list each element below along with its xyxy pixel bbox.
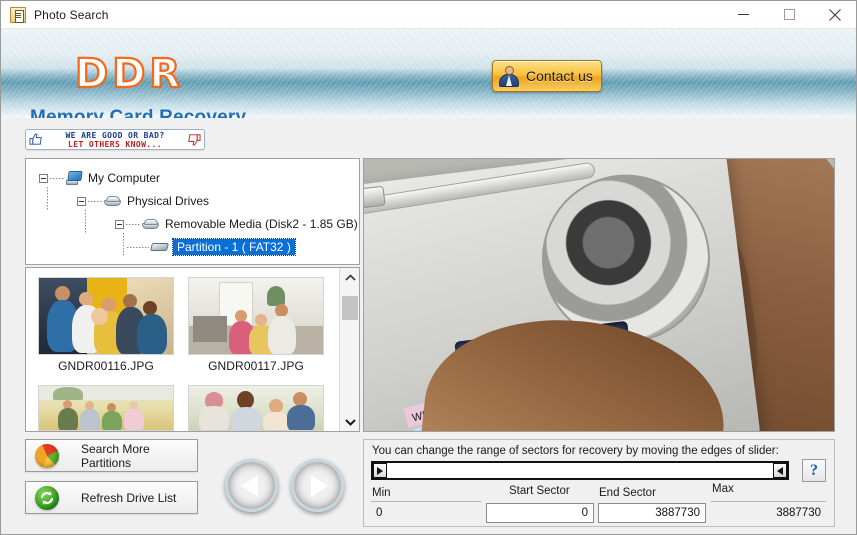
arrow-right-icon: [311, 474, 328, 497]
max-field-underline: [711, 501, 826, 502]
person-icon: [498, 65, 520, 87]
thumbnail-scrollbar[interactable]: [339, 268, 359, 431]
thumbnail-filename: GNDR00117.JPG: [208, 359, 304, 373]
thumb-down-icon: [186, 132, 201, 147]
review-bar: WE ARE GOOD OR BAD? LET OTHERS KNOW...: [1, 118, 856, 158]
expander-icon[interactable]: [39, 173, 48, 183]
banner-subtitle: Memory Card Recovery: [30, 107, 247, 118]
sector-range-panel: You can change the range of sectors for …: [363, 439, 835, 527]
app-icon: [10, 6, 26, 23]
tree-connector: [88, 200, 102, 202]
search-more-partitions-button[interactable]: Search More Partitions: [25, 439, 198, 472]
camera-preview-image: WIDE 5x Zoom 14.0 Megapixels SD HC 4: [363, 158, 835, 432]
max-value: 3887730: [711, 503, 826, 523]
triangle-right-icon: [377, 466, 383, 475]
thumbnail-image[interactable]: [188, 277, 324, 355]
end-sector-input[interactable]: 3887730: [598, 503, 706, 523]
search-more-partitions-label: Search More Partitions: [81, 441, 150, 470]
help-button[interactable]: ?: [802, 459, 826, 482]
tree-connector: [127, 246, 149, 248]
tree-item-my-computer[interactable]: My Computer: [39, 169, 160, 187]
recovered-files-panel[interactable]: GNDR00116.JPG GNDR00117.JPG: [25, 267, 360, 432]
tree-item-removable-media[interactable]: Removable Media (Disk2 - 1.85 GB): [115, 215, 358, 233]
end-sector-label: End Sector: [599, 487, 656, 499]
window-title: Photo Search: [34, 7, 109, 22]
drive-icon: [104, 195, 122, 207]
slider-handle-start[interactable]: [373, 463, 387, 478]
sector-range-caption: You can change the range of sectors for …: [372, 445, 779, 457]
thumbnail-filename: GNDR00116.JPG: [58, 359, 154, 373]
min-field-underline: [371, 501, 481, 502]
list-item[interactable]: GNDR00117.JPG: [188, 277, 324, 373]
review-feedback-button[interactable]: WE ARE GOOD OR BAD? LET OTHERS KNOW...: [25, 129, 205, 150]
expander-icon[interactable]: [77, 196, 86, 206]
contact-us-button[interactable]: Contact us: [492, 60, 602, 92]
min-label: Min: [372, 487, 391, 499]
review-text: WE ARE GOOD OR BAD? LET OTHERS KNOW...: [44, 131, 186, 149]
thumbnail-grid[interactable]: GNDR00116.JPG GNDR00117.JPG: [26, 268, 339, 431]
max-label: Max: [712, 483, 734, 495]
tree-connector: [126, 223, 140, 225]
refresh-drive-list-button[interactable]: Refresh Drive List: [25, 481, 198, 514]
min-value: 0: [371, 503, 481, 523]
application-window: Photo Search DDR Memory Card Recovery Co…: [0, 0, 857, 535]
tree-connector: [50, 177, 64, 179]
thumb-up-icon: [29, 132, 44, 147]
list-item[interactable]: [188, 385, 324, 431]
tree-item-physical-drives[interactable]: Physical Drives: [77, 192, 209, 210]
arrow-left-icon: [241, 474, 258, 497]
thumbnail-image[interactable]: [38, 277, 174, 355]
list-item[interactable]: [38, 385, 174, 431]
previous-arrow-button[interactable]: [225, 459, 278, 512]
review-line-1: WE ARE GOOD OR BAD?: [65, 130, 165, 140]
slider-handle-end[interactable]: [773, 463, 787, 478]
drive-icon: [142, 218, 160, 230]
thumbnail-image[interactable]: [188, 385, 324, 431]
tree-item-label: Removable Media (Disk2 - 1.85 GB): [165, 217, 358, 231]
thumbnail-image[interactable]: [38, 385, 174, 431]
shutter-button-icon: [364, 185, 386, 209]
close-icon[interactable]: [812, 1, 856, 28]
title-bar: Photo Search: [1, 1, 856, 29]
expander-icon[interactable]: [115, 219, 124, 229]
pie-chart-icon: [35, 443, 59, 468]
maximize-icon[interactable]: [766, 1, 812, 28]
list-item[interactable]: GNDR00116.JPG: [38, 277, 174, 373]
start-sector-input[interactable]: 0: [486, 503, 594, 523]
start-sector-label: Start Sector: [509, 485, 570, 497]
tree-item-label: Partition - 1 ( FAT32 ): [172, 238, 296, 256]
next-arrow-button[interactable]: [291, 459, 344, 512]
tree-item-partition-1[interactable]: Partition - 1 ( FAT32 ): [127, 238, 296, 256]
window-controls: [720, 1, 856, 28]
tree-item-label: My Computer: [88, 171, 161, 185]
sector-range-slider[interactable]: [371, 461, 789, 480]
partition-icon: [150, 242, 169, 253]
chevron-up-icon[interactable]: [340, 268, 360, 287]
refresh-icon: [35, 485, 59, 510]
minimize-icon[interactable]: [720, 1, 766, 28]
computer-icon: [66, 171, 83, 185]
ddr-logo: DDR: [74, 50, 185, 98]
app-banner: DDR Memory Card Recovery Contact us: [1, 29, 856, 118]
contact-us-label: Contact us: [526, 68, 593, 84]
review-line-2: LET OTHERS KNOW...: [68, 139, 162, 149]
scrollbar-thumb[interactable]: [342, 296, 358, 320]
triangle-left-icon: [777, 466, 783, 475]
chevron-down-icon[interactable]: [340, 412, 360, 431]
refresh-drive-list-label: Refresh Drive List: [81, 490, 177, 505]
drive-tree-panel[interactable]: My Computer Physical Drives Removable Me…: [25, 158, 360, 265]
tree-item-label: Physical Drives: [127, 194, 210, 208]
